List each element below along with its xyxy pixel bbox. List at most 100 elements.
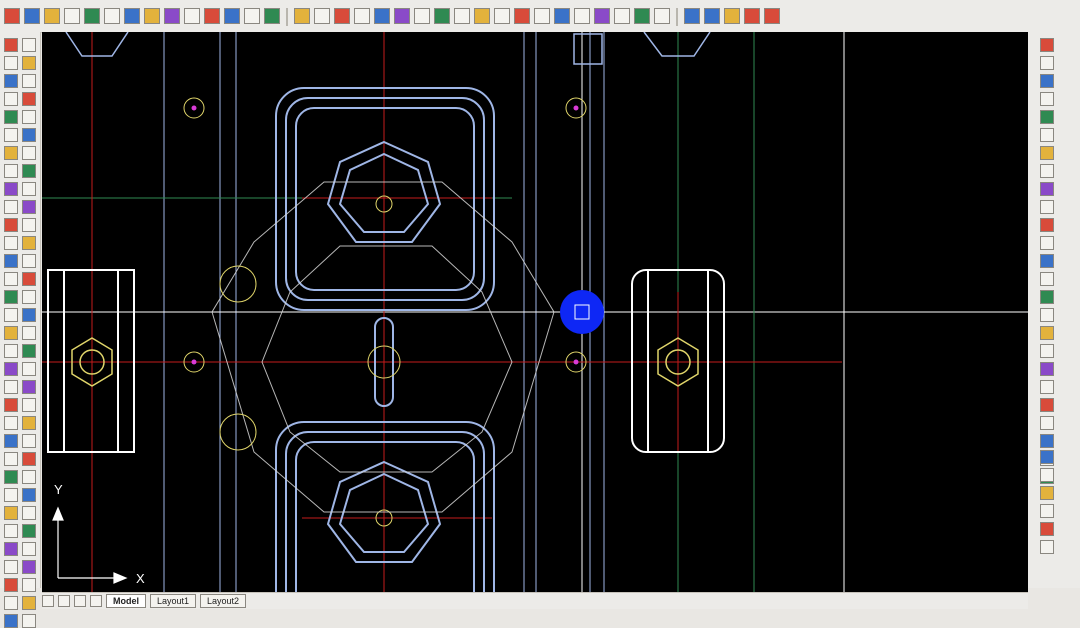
- osnap-quadrant-icon[interactable]: [22, 326, 36, 340]
- save-as-icon[interactable]: [684, 8, 700, 24]
- circle-icon[interactable]: [334, 8, 350, 24]
- model-space-icon[interactable]: [614, 8, 630, 24]
- tool-palette-icon[interactable]: [1040, 416, 1054, 430]
- properties-icon[interactable]: [1040, 38, 1054, 52]
- osnap-endpoint-icon[interactable]: [22, 254, 36, 268]
- dim-linear-icon[interactable]: [22, 38, 36, 52]
- measure-icon[interactable]: [1040, 128, 1054, 142]
- command-line-icon[interactable]: [1040, 398, 1054, 412]
- plot-icon[interactable]: [704, 8, 720, 24]
- osnap-parallel-icon[interactable]: [22, 470, 36, 484]
- grid-icon[interactable]: [1040, 182, 1054, 196]
- undo-icon[interactable]: [144, 8, 160, 24]
- osnap-midpoint-icon[interactable]: [22, 272, 36, 286]
- model-icon[interactable]: [1040, 272, 1054, 286]
- extend-icon[interactable]: [4, 128, 18, 142]
- paper-icon[interactable]: [1040, 290, 1054, 304]
- layer-manager-icon[interactable]: [1040, 56, 1054, 70]
- lights-icon[interactable]: [1040, 468, 1054, 482]
- viewport-icon[interactable]: [1040, 308, 1054, 322]
- move-icon[interactable]: [4, 74, 18, 88]
- inquiry-icon[interactable]: [22, 524, 36, 538]
- zoom-window-icon[interactable]: [224, 8, 240, 24]
- workspace-icon[interactable]: [1040, 344, 1054, 358]
- osnap-nearest-icon[interactable]: [22, 434, 36, 448]
- redo-icon[interactable]: [164, 8, 180, 24]
- clean-screen-icon[interactable]: [1040, 380, 1054, 394]
- cut-icon[interactable]: [84, 8, 100, 24]
- save-icon[interactable]: [44, 8, 60, 24]
- ray-icon[interactable]: [4, 542, 18, 556]
- next-tab-button[interactable]: [74, 595, 86, 607]
- osnap-center-icon[interactable]: [22, 290, 36, 304]
- osnap-intersection-icon[interactable]: [22, 344, 36, 358]
- polyline-icon[interactable]: [314, 8, 330, 24]
- regen-icon[interactable]: [264, 8, 280, 24]
- last-tab-button[interactable]: [90, 595, 102, 607]
- ortho-icon[interactable]: [514, 8, 530, 24]
- fillet-icon[interactable]: [4, 200, 18, 214]
- insert-icon[interactable]: [1040, 92, 1054, 106]
- osnap-insertion-icon[interactable]: [22, 380, 36, 394]
- copy-object-icon[interactable]: [4, 326, 18, 340]
- chamfer-icon[interactable]: [4, 218, 18, 232]
- pan-icon[interactable]: [184, 8, 200, 24]
- osnap-perpendicular-icon[interactable]: [22, 398, 36, 412]
- id-point-icon[interactable]: [22, 578, 36, 592]
- lineweight-icon[interactable]: [594, 8, 610, 24]
- sheet-set-icon[interactable]: [1040, 434, 1054, 448]
- trim-icon[interactable]: [4, 110, 18, 124]
- lineweight-icon[interactable]: [1040, 254, 1054, 268]
- dim-diameter-icon[interactable]: [22, 92, 36, 106]
- explode-icon[interactable]: [4, 254, 18, 268]
- scale-icon[interactable]: [4, 272, 18, 286]
- lock-icon[interactable]: [1040, 362, 1054, 376]
- drawing-svg[interactable]: Y X: [42, 32, 1028, 592]
- tab-layout2[interactable]: Layout2: [200, 594, 247, 608]
- arc-icon[interactable]: [354, 8, 370, 24]
- tab-model[interactable]: Model: [106, 594, 146, 608]
- polar-icon[interactable]: [1040, 218, 1054, 232]
- osnap-node-icon[interactable]: [22, 308, 36, 322]
- selection-highlight[interactable]: [560, 290, 604, 334]
- osnap-icon[interactable]: [554, 8, 570, 24]
- tab-layout1[interactable]: Layout1: [150, 594, 197, 608]
- block-icon[interactable]: [1040, 74, 1054, 88]
- boundary-icon[interactable]: [4, 614, 18, 628]
- donut-icon[interactable]: [4, 560, 18, 574]
- point-icon[interactable]: [4, 380, 18, 394]
- mtext-icon[interactable]: [4, 470, 18, 484]
- grid-icon[interactable]: [494, 8, 510, 24]
- revcloud-icon[interactable]: [4, 578, 18, 592]
- new-icon[interactable]: [4, 8, 20, 24]
- zoom-extents-icon[interactable]: [244, 8, 260, 24]
- draw-circle-icon[interactable]: [4, 56, 18, 70]
- line-icon[interactable]: [294, 8, 310, 24]
- center-mark-icon[interactable]: [22, 200, 36, 214]
- table-icon[interactable]: [4, 452, 18, 466]
- break-icon[interactable]: [4, 236, 18, 250]
- stretch-icon[interactable]: [4, 290, 18, 304]
- osnap-apparent-icon[interactable]: [22, 452, 36, 466]
- design-center-icon[interactable]: [654, 8, 670, 24]
- rectangle-icon[interactable]: [374, 8, 390, 24]
- layer-icon[interactable]: [454, 8, 470, 24]
- text-icon[interactable]: [414, 8, 430, 24]
- close-drawing-icon[interactable]: [764, 8, 780, 24]
- xline-icon[interactable]: [4, 524, 18, 538]
- ellipse-icon[interactable]: [4, 398, 18, 412]
- annotative-icon[interactable]: [1040, 326, 1054, 340]
- dim-radius-icon[interactable]: [22, 74, 36, 88]
- render-icon[interactable]: [1040, 450, 1054, 464]
- print-icon[interactable]: [64, 8, 80, 24]
- offset-icon[interactable]: [4, 146, 18, 160]
- rotate-icon[interactable]: [4, 92, 18, 106]
- otrack-icon[interactable]: [574, 8, 590, 24]
- walk-icon[interactable]: [1040, 540, 1054, 554]
- distance-icon[interactable]: [22, 542, 36, 556]
- dim-aligned-icon[interactable]: [22, 56, 36, 70]
- spline-icon[interactable]: [4, 416, 18, 430]
- osnap-tangent-icon[interactable]: [22, 416, 36, 430]
- materials-icon[interactable]: [1040, 486, 1054, 500]
- match-props-icon[interactable]: [1040, 110, 1054, 124]
